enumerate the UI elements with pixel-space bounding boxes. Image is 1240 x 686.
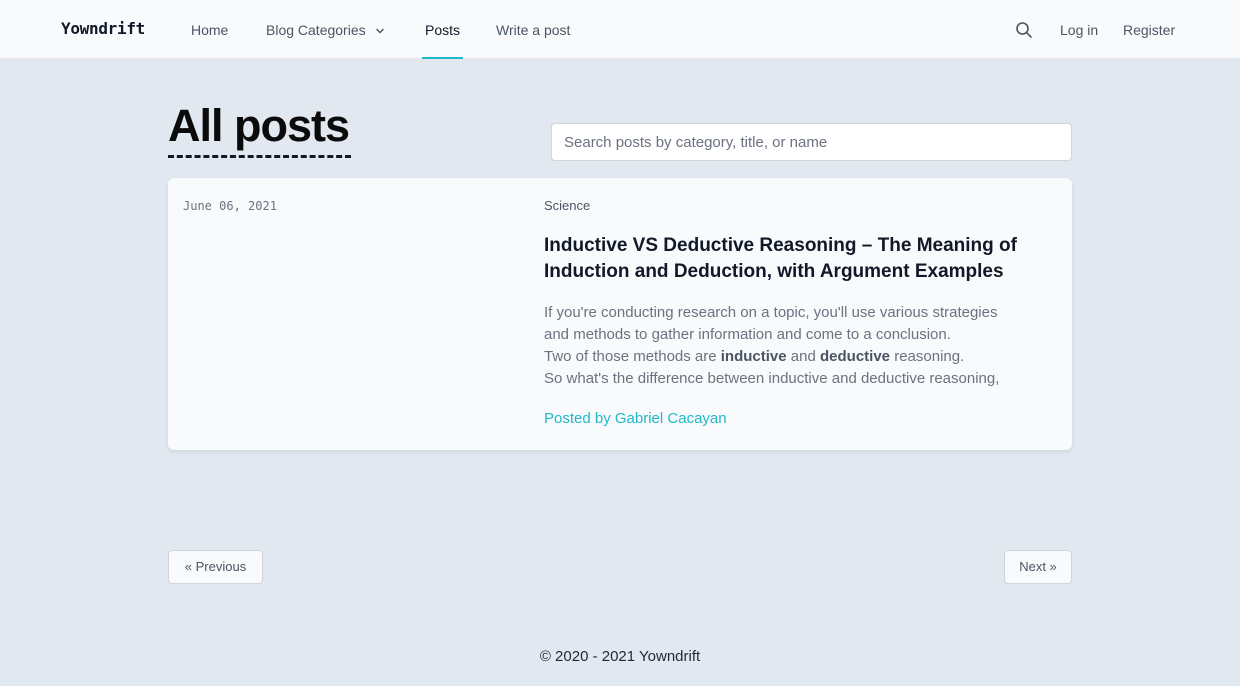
page-title: All posts — [168, 100, 350, 151]
search-icon[interactable] — [1015, 21, 1033, 39]
title-underline — [168, 155, 351, 158]
nav-posts-link[interactable]: Posts — [425, 22, 460, 38]
navbar: Yowndrift Home Blog Categories Posts Wri… — [0, 0, 1240, 59]
excerpt-line: and methods to gather information and co… — [544, 326, 951, 343]
excerpt-line: Two of those methods are inductive and d… — [544, 346, 1064, 368]
search-posts-input[interactable] — [551, 123, 1072, 161]
excerpt-line: So what's the difference between inducti… — [544, 370, 1000, 387]
footer-copyright: © 2020 - 2021 Yowndrift — [539, 648, 701, 665]
excerpt-bold: inductive — [720, 348, 787, 365]
excerpt-bold: deductive — [820, 348, 891, 365]
excerpt-text: and — [786, 348, 820, 365]
post-title[interactable]: Inductive VS Deductive Reasoning – The M… — [544, 233, 1044, 285]
excerpt-line: If you're conducting research on a topic… — [544, 304, 998, 321]
login-link[interactable]: Log in — [1060, 22, 1098, 38]
register-link[interactable]: Register — [1123, 22, 1175, 38]
nav-categories-label: Blog Categories — [266, 22, 366, 38]
next-page-button[interactable]: Next » — [1004, 550, 1072, 584]
post-date: June 06, 2021 — [183, 199, 277, 213]
post-category[interactable]: Science — [544, 198, 590, 213]
chevron-down-icon — [375, 29, 384, 34]
excerpt-text: Two of those methods are — [544, 348, 721, 365]
brand-logo[interactable]: Yowndrift — [61, 19, 145, 38]
excerpt-text: reasoning. — [890, 348, 965, 365]
post-author-link[interactable]: Posted by Gabriel Cacayan — [544, 410, 727, 427]
nav-write-post-link[interactable]: Write a post — [496, 22, 570, 38]
nav-categories-dropdown[interactable]: Blog Categories — [266, 22, 385, 38]
post-card: June 06, 2021 Science Inductive VS Deduc… — [168, 178, 1072, 450]
nav-home-link[interactable]: Home — [191, 22, 228, 38]
previous-page-button[interactable]: « Previous — [168, 550, 263, 584]
post-excerpt: If you're conducting research on a topic… — [544, 302, 1064, 390]
active-tab-indicator — [422, 57, 463, 59]
